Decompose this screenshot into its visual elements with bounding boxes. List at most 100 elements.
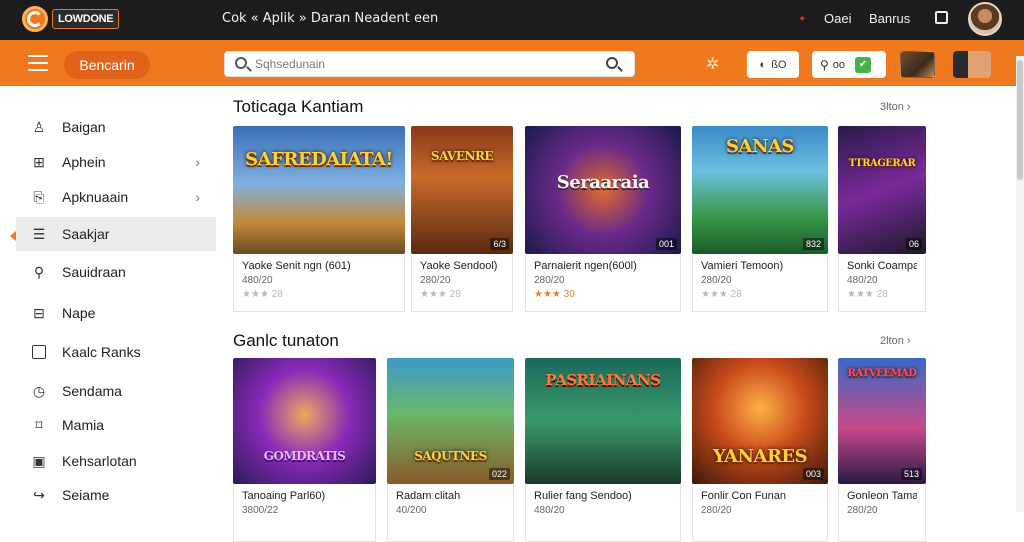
game-art-title: TTRAGERAR	[848, 158, 916, 169]
game-rating: ★★★ 28	[420, 289, 461, 300]
game-thumbnail[interactable]: SAQUTNES 022	[387, 358, 514, 484]
game-art-title: SANAS	[726, 136, 794, 158]
game-card[interactable]: PASRIAINANS Rulier fang Sendoo) 480/20	[525, 358, 681, 542]
coins-value: ßO	[771, 58, 787, 71]
game-art-title: SAFREDAIATA!	[245, 149, 393, 171]
top-bar: LOWDONE Cok « Aplik » Daran Neadent een …	[0, 0, 1024, 40]
sidebar-item-kehsarlotan[interactable]: ▣ Kehsarlotan	[16, 444, 216, 478]
game-card[interactable]: YANARES 003 Fonlir Con Funan 280/20	[692, 358, 828, 542]
sidebar-item-aphein[interactable]: ⊞ Aphein ›	[16, 145, 216, 179]
sidebar-item-sauidraan[interactable]: ⚲ Sauidraan	[16, 255, 216, 289]
game-thumbnail[interactable]: SANAS 832	[692, 126, 828, 254]
coins-chip[interactable]: ◐ ßO	[747, 51, 799, 78]
game-name: Sonki Coampal	[847, 260, 917, 272]
game-card[interactable]: SAQUTNES 022 Radam clitah 40/200	[387, 358, 514, 542]
game-rating: ★★★ 28	[847, 289, 888, 300]
sidebar-item-baigan[interactable]: ♙ Baigan	[16, 110, 216, 144]
game-thumbnail[interactable]: RATVEEMAD 513	[838, 358, 926, 484]
card-info: Tanoaing Parl60) 3800/22	[233, 484, 376, 542]
sidebar-item-kaalc-ranks[interactable]: Kaalc Ranks	[16, 335, 216, 369]
game-art-title: YANARES	[712, 446, 808, 468]
sidebar-item-label: Baigan	[62, 119, 106, 135]
sidebar-item-label: Kehsarlotan	[62, 453, 137, 469]
sidebar-item-label: Aphein	[62, 154, 106, 170]
sidebar-item-nape[interactable]: ⊟ Nape	[16, 296, 216, 330]
game-thumbnail[interactable]: Seraaraia 001	[525, 126, 681, 254]
game-thumbnail[interactable]: SAFREDAIATA!	[233, 126, 405, 254]
sparkle-icon[interactable]: ✲	[706, 57, 719, 73]
sidebar-item-label: Seiame	[62, 487, 110, 503]
game-thumbnail[interactable]: SAVENRE 6/3	[411, 126, 513, 254]
search-submit-icon[interactable]	[606, 57, 618, 69]
scrollbar-thumb[interactable]	[1017, 60, 1023, 180]
game-card[interactable]: GOMDRATIS Tanoaing Parl60) 3800/22	[233, 358, 376, 542]
game-stats: 280/20	[701, 505, 732, 516]
game-badge: 022	[488, 468, 510, 480]
clock-icon: ◷	[32, 382, 46, 399]
card-info: Sonki Coampal 480/20 ★★★ 28	[838, 254, 926, 312]
game-name: Yaoke Sendool)	[420, 260, 498, 272]
coin-icon: ◐	[759, 58, 767, 71]
game-thumbnail[interactable]: YANARES 003	[692, 358, 828, 484]
brand-button[interactable]: Bencarin	[64, 51, 150, 79]
game-card[interactable]: RATVEEMAD 513 Gonleon Tama 280/20	[838, 358, 926, 542]
section-title-featured: Toticaga Kantiam	[233, 97, 364, 116]
game-card[interactable]: Seraaraia 001 Parnaierit ngen(600l) 280/…	[525, 126, 681, 312]
profile-thumbnail[interactable]	[900, 51, 935, 78]
window-icon[interactable]	[935, 11, 948, 24]
chevron-right-icon: ›	[906, 335, 911, 347]
sidebar-item-seiame[interactable]: ↪ Seiame	[16, 478, 216, 512]
game-art-title: Seraaraia	[556, 172, 650, 194]
menu-icon[interactable]	[28, 55, 48, 71]
game-art-title: SAVENRE	[430, 149, 494, 164]
friends-thumbnail[interactable]	[953, 51, 991, 78]
folder-icon	[30, 343, 48, 361]
game-card[interactable]: SANAS 832 Vamieri Temoon) 280/20 ★★★ 28	[692, 126, 828, 312]
game-name: Yaoke Senit ngn (601)	[242, 260, 351, 272]
game-name: Vamieri Temoon)	[701, 260, 784, 272]
chevron-right-icon: ›	[195, 154, 200, 170]
game-art-title: RATVEEMAD	[847, 368, 917, 380]
game-thumbnail[interactable]: TTRAGERAR 06	[838, 126, 926, 254]
section-more-link[interactable]: 3lton ›	[880, 101, 911, 113]
table-icon: ⊟	[33, 304, 45, 321]
game-stats: 280/20	[847, 505, 878, 516]
game-card[interactable]: SAVENRE 6/3 Yaoke Sendool) 280/20 ★★★ 28	[411, 126, 513, 312]
share-icon: ↪	[33, 486, 45, 503]
game-stats: 40/200	[396, 505, 427, 516]
game-rating: ★★★ 28	[242, 289, 283, 300]
logo-badge-icon	[22, 6, 48, 32]
sidebar-item-saakjar[interactable]: ☰ Saakjar	[16, 217, 216, 251]
search-input[interactable]	[255, 55, 595, 73]
game-name: Radam clitah	[396, 490, 461, 502]
sidebar-item-label: Nape	[62, 305, 96, 321]
window-title: Cok « Aplik » Daran Neadent een	[222, 11, 439, 26]
sidebar-item-mamia[interactable]: ⌑ Mamia	[16, 408, 216, 442]
top-link-1[interactable]: Oaei	[824, 11, 851, 26]
card-info: Gonleon Tama 280/20	[838, 484, 926, 542]
sidebar-item-apknuaain[interactable]: ⎘ Apknuaain ›	[16, 180, 216, 214]
game-stats: 480/20	[534, 505, 565, 516]
card-info: Vamieri Temoon) 280/20 ★★★ 28	[692, 254, 828, 312]
sidebar: ♙ Baigan ⊞ Aphein › ⎘ Apknuaain › ☰ Saak…	[0, 86, 217, 512]
sidebar-item-label: Kaalc Ranks	[62, 344, 141, 360]
more-label: 2lton	[880, 335, 904, 347]
section-more-link[interactable]: 2lton ›	[880, 335, 911, 347]
bookmark-icon: ⌑	[35, 416, 43, 433]
friends-chip[interactable]: ⚲ oo ✔	[812, 51, 886, 78]
sidebar-item-label: Sendama	[62, 383, 122, 399]
game-badge: 6/3	[490, 238, 509, 250]
search-bar[interactable]	[224, 51, 635, 77]
top-link-2[interactable]: Banrus	[869, 11, 910, 26]
game-card[interactable]: SAFREDAIATA! Yaoke Senit ngn (601) 480/2…	[233, 126, 405, 312]
user-avatar[interactable]	[968, 2, 1002, 36]
sidebar-item-sendama[interactable]: ◷ Sendama	[16, 374, 216, 408]
game-thumbnail[interactable]: PASRIAINANS	[525, 358, 681, 484]
chevron-right-icon: ›	[195, 189, 200, 205]
game-name: Parnaierit ngen(600l)	[534, 260, 637, 272]
app-logo[interactable]: LOWDONE	[22, 6, 120, 32]
logo-text: LOWDONE	[52, 9, 120, 29]
game-card[interactable]: TTRAGERAR 06 Sonki Coampal 480/20 ★★★ 28	[838, 126, 926, 312]
game-thumbnail[interactable]: GOMDRATIS	[233, 358, 376, 484]
grid-icon: ⊞	[33, 153, 45, 170]
